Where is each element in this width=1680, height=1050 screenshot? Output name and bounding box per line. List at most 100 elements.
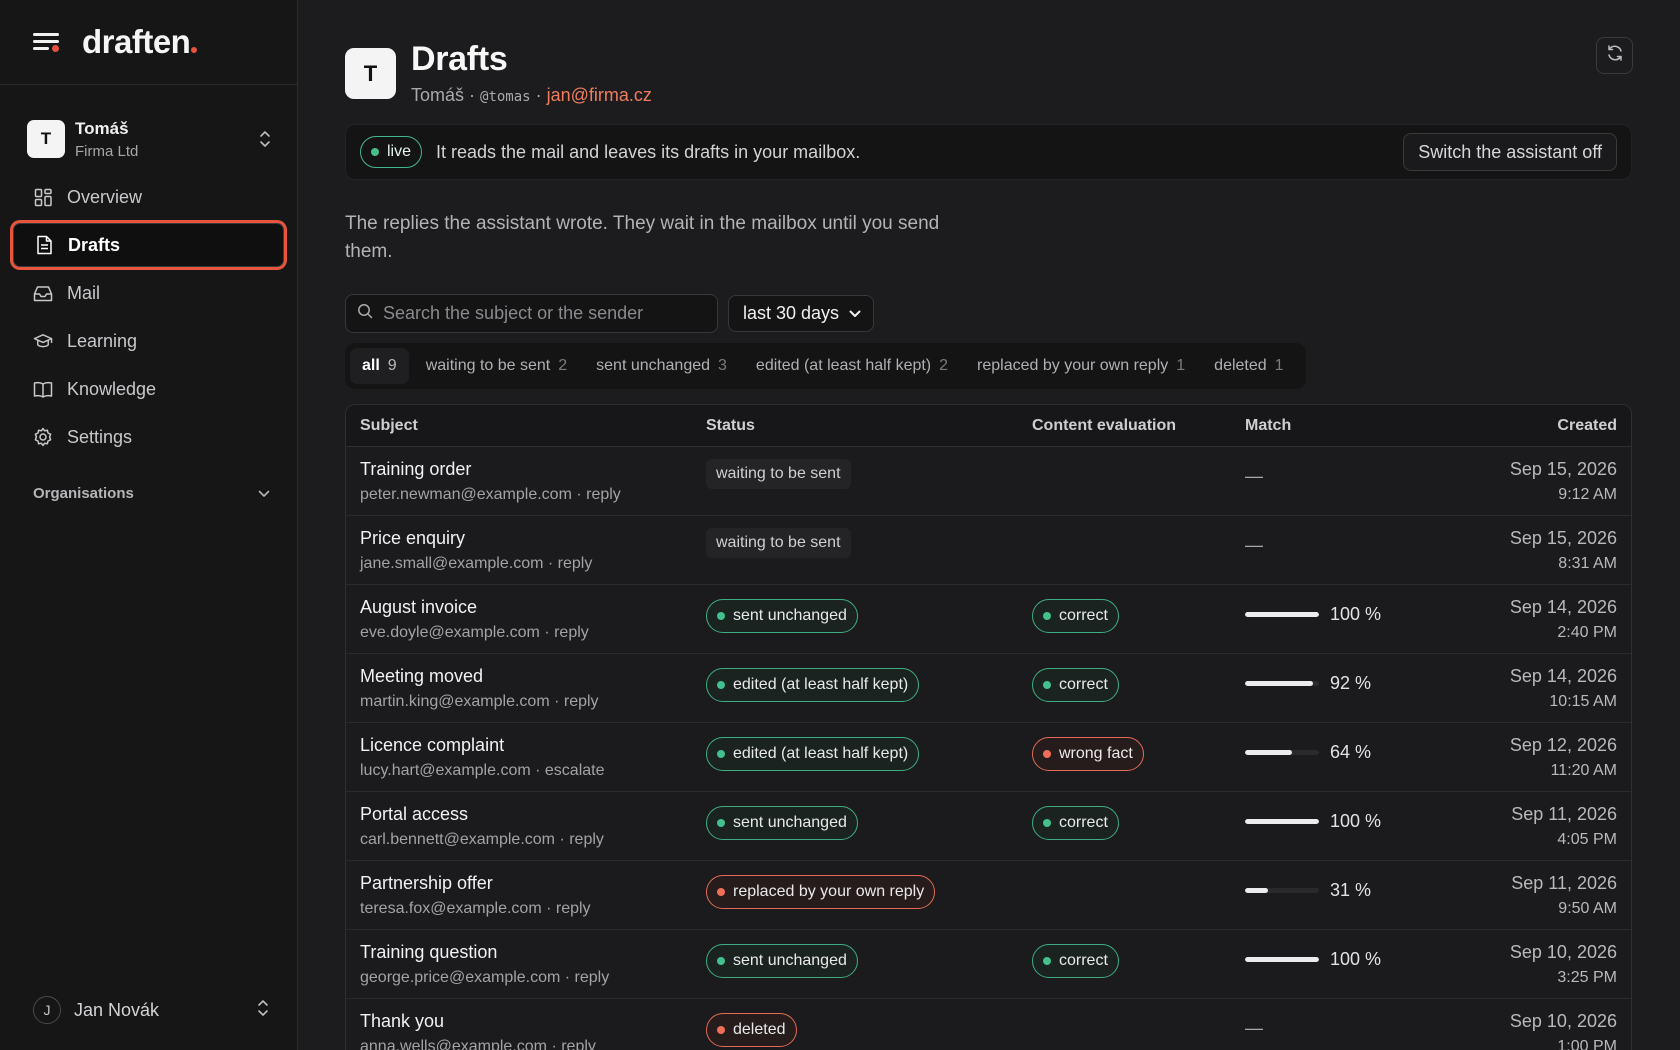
match-meter: 100 % [1245,604,1435,625]
graduation-cap-icon [33,331,53,351]
match-empty: — [1245,1018,1263,1038]
match-bar [1245,957,1319,962]
switch-assistant-off-button[interactable]: Switch the assistant off [1403,133,1617,171]
row-date: Sep 11, 2026 [1511,873,1617,893]
match-meter: 100 % [1245,949,1435,970]
status-badge: edited (at least half kept) [706,737,920,771]
main-content: T Drafts Tomáš · @tomas · jan@firma.cz l… [298,0,1680,1050]
row-subject: Thank you [360,1011,445,1031]
tab-waiting-to-be-sent[interactable]: waiting to be sent 2 [414,348,579,384]
match-empty: — [1245,535,1263,555]
row-time: 9:12 AM [1558,486,1617,503]
tab-deleted[interactable]: deleted 1 [1202,348,1295,384]
row-subject: Licence complaint [360,735,505,755]
chevron-up-down-icon [256,999,270,1022]
row-date: Sep 12, 2026 [1509,735,1617,755]
row-date: Sep 10, 2026 [1509,942,1617,962]
row-date: Sep 15, 2026 [1509,459,1617,479]
owner-email[interactable]: jan@firma.cz [547,85,652,105]
workspace-org: Firma Ltd [75,142,139,160]
search-input[interactable] [383,303,703,324]
tab-sent-unchanged[interactable]: sent unchanged 3 [584,348,739,384]
row-date: Sep 15, 2026 [1509,528,1617,548]
sidebar-item-label: Learning [67,330,138,351]
row-subject: Partnership offer [360,873,493,893]
tab-replaced[interactable]: replaced by your own reply 1 [965,348,1197,384]
match-value: 31 % [1330,880,1372,900]
menu-icon[interactable] [33,31,60,53]
column-header-evaluation[interactable]: Content evaluation [1032,417,1245,435]
evaluation-badge: correct [1032,944,1119,978]
sidebar-item-knowledge[interactable]: Knowledge [13,367,284,411]
page-header: T Drafts Tomáš · @tomas · jan@firma.cz [345,40,1632,106]
sidebar-item-label: Mail [67,282,101,303]
table-header: Subject Status Content evaluation Match … [346,405,1631,447]
refresh-button[interactable] [1596,37,1633,74]
match-value: 100 % [1330,811,1382,831]
column-header-status[interactable]: Status [706,417,1032,435]
table-row[interactable]: Portal access carl.bennett@example.com · … [346,792,1631,861]
table-row[interactable]: August invoice eve.doyle@example.com · re… [346,585,1631,654]
status-badge: edited (at least half kept) [706,668,920,702]
row-time: 1:00 PM [1557,1038,1617,1050]
workspace-avatar: T [27,120,65,158]
row-date: Sep 11, 2026 [1511,804,1617,824]
drafts-table: Subject Status Content evaluation Match … [345,404,1632,1050]
table-row[interactable]: Training question george.price@example.co… [346,930,1631,999]
sidebar-item-settings[interactable]: Settings [13,415,284,459]
sidebar-item-drafts[interactable]: Drafts [13,223,284,267]
sidebar-nav: Overview Drafts Mail Learning Knowledge … [0,175,297,459]
row-sender: eve.doyle@example.com · reply [360,624,589,641]
workspace-name: Tomáš [75,118,129,138]
table-row[interactable]: Meeting moved martin.king@example.com · r… [346,654,1631,723]
assistant-status-banner: live It reads the mail and leaves its dr… [345,124,1632,180]
table-row[interactable]: Partnership offer teresa.fox@example.com … [346,861,1631,930]
chevron-down-icon [258,485,270,502]
match-bar [1245,750,1319,755]
match-meter: 31 % [1245,880,1435,901]
match-bar [1245,612,1319,617]
period-select[interactable]: last 30 days [728,295,875,332]
row-subject: Portal access [360,804,469,824]
organisations-toggle[interactable]: Organisations [33,485,270,502]
match-value: 100 % [1330,949,1382,969]
column-header-match[interactable]: Match [1245,417,1435,435]
row-time: 8:31 AM [1558,555,1617,572]
row-subject: August invoice [360,597,478,617]
row-sender: jane.small@example.com · reply [360,555,593,572]
match-value: 92 % [1330,673,1372,693]
banner-text: It reads the mail and leaves its drafts … [436,141,861,162]
sidebar-item-label: Knowledge [67,378,157,399]
row-time: 4:05 PM [1557,831,1617,848]
table-row[interactable]: Price enquiry jane.small@example.com · re… [346,516,1631,585]
evaluation-badge: wrong fact [1032,737,1144,771]
status-badge: live [360,136,423,168]
row-time: 3:25 PM [1557,969,1617,986]
row-subject: Price enquiry [360,528,466,548]
match-bar [1245,888,1319,893]
status-filter-tabs: all 9 waiting to be sent 2 sent unchanged 3… [345,343,1306,389]
sidebar-item-label: Drafts [68,234,121,255]
gear-icon [33,427,53,447]
app-window: draften T Tomáš Firma Ltd Overview Draft… [0,0,1680,1050]
row-date: Sep 14, 2026 [1509,666,1617,686]
table-row[interactable]: Thank you anna.wells@example.com · reply … [346,999,1631,1050]
tab-all[interactable]: all 9 [350,348,409,384]
column-header-subject[interactable]: Subject [346,417,706,435]
sidebar-item-learning[interactable]: Learning [13,319,284,363]
row-sender: teresa.fox@example.com · reply [360,900,591,917]
sidebar-item-overview[interactable]: Overview [13,175,284,219]
match-meter: 64 % [1245,742,1435,763]
row-date: Sep 14, 2026 [1509,597,1617,617]
workspace-switcher[interactable]: T Tomáš Firma Ltd [27,116,272,162]
row-subject: Meeting moved [360,666,484,686]
user-menu[interactable]: J Jan Novák [33,996,270,1024]
table-row[interactable]: Training order peter.newman@example.com ·… [346,447,1631,516]
tab-edited[interactable]: edited (at least half kept) 2 [744,348,960,384]
chevron-up-down-icon [258,130,272,148]
table-row[interactable]: Licence complaint lucy.hart@example.com ·… [346,723,1631,792]
row-sender: anna.wells@example.com · reply [360,1038,596,1050]
sidebar-item-mail[interactable]: Mail [13,271,284,315]
column-header-created[interactable]: Created [1435,417,1631,435]
row-sender: martin.king@example.com · reply [360,693,599,710]
